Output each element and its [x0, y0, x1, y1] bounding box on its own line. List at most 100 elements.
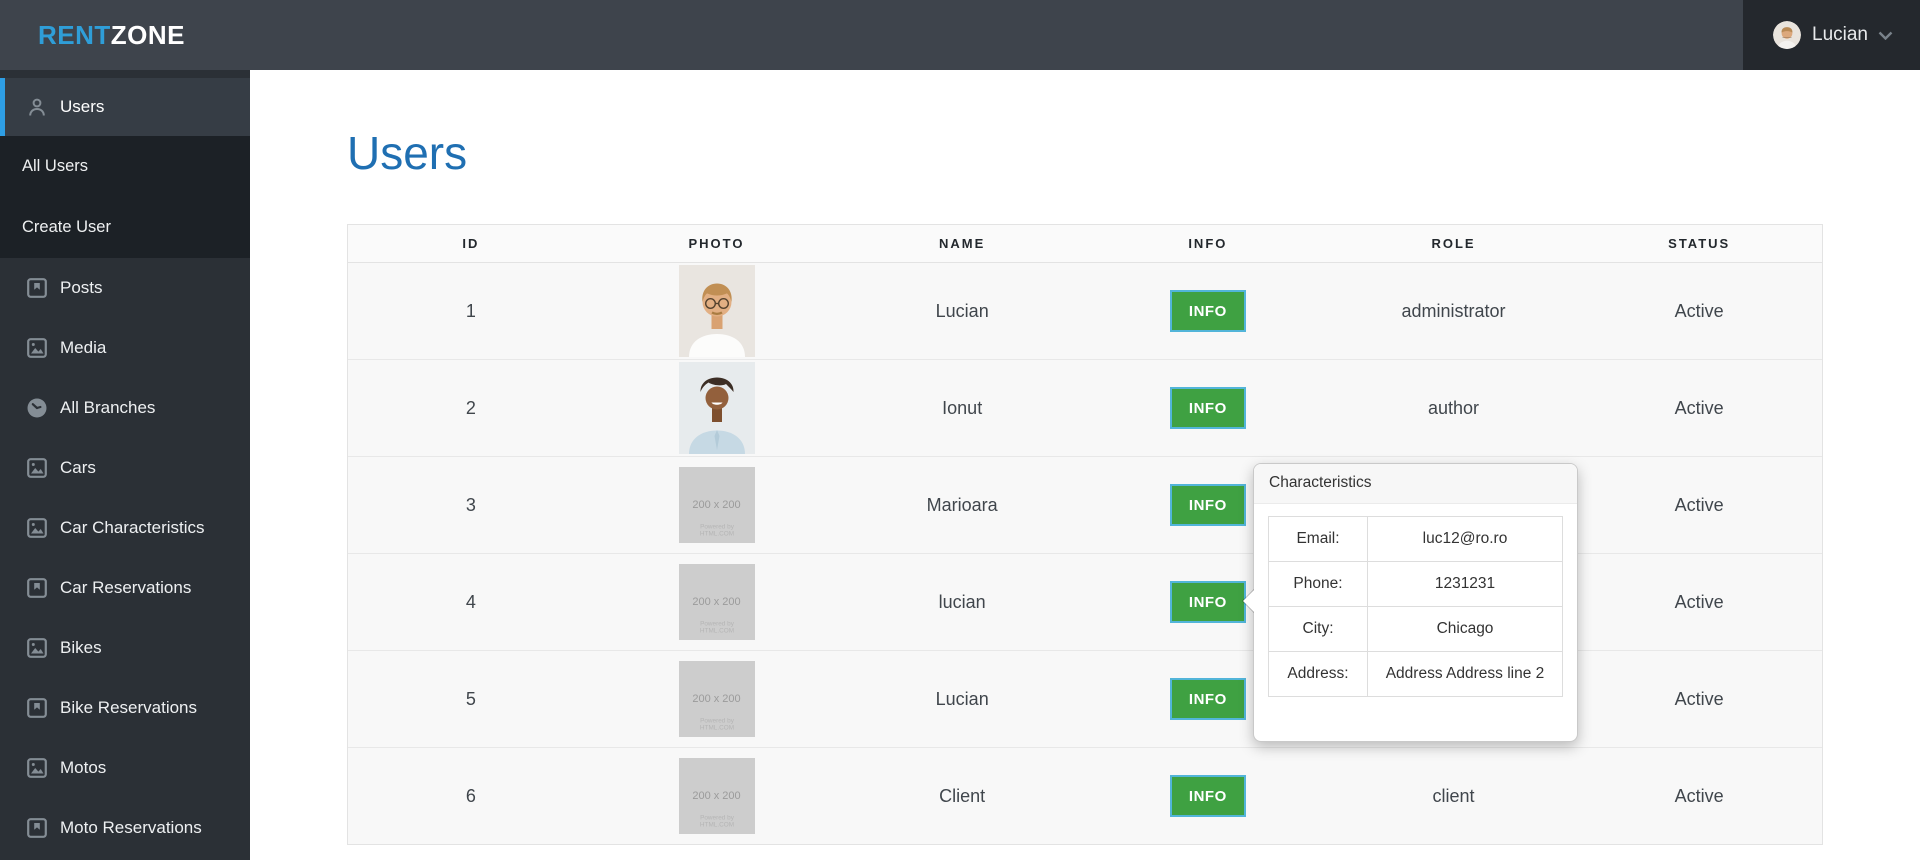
popover-arrow	[1232, 590, 1254, 612]
placeholder-powered-text: Powered by HTML.COM	[699, 813, 734, 829]
cell-role: author	[1428, 397, 1480, 418]
popover-title: Characteristics	[1254, 464, 1577, 504]
column-header-photo: PHOTO	[688, 236, 745, 251]
sidebar-item-users[interactable]: Users	[0, 78, 250, 136]
sidebar-item-label: Posts	[60, 278, 103, 297]
cell-role: administrator	[1401, 300, 1506, 321]
cell-id: 6	[465, 785, 476, 806]
column-header-info: INFO	[1188, 236, 1228, 251]
gauge-icon	[26, 397, 48, 419]
cell-name: Client	[939, 785, 986, 806]
characteristics-popover: Characteristics Email: luc12@ro.ro Phone…	[1242, 463, 1578, 742]
placeholder-size-text: 200 x 200	[692, 693, 741, 705]
sidebar-submenu: All Users Create User	[0, 136, 250, 258]
placeholder-powered-text: Powered by HTML.COM	[699, 716, 734, 732]
field-value-email: luc12@ro.ro	[1367, 516, 1563, 562]
info-button[interactable]: INFO	[1169, 387, 1246, 429]
cell-id: 4	[465, 591, 476, 612]
popover-body: Email: luc12@ro.ro Phone: 1231231 City: …	[1254, 504, 1577, 709]
sidebar-item-label: All Users	[22, 157, 89, 175]
info-button[interactable]: INFO	[1169, 484, 1246, 526]
sidebar-item-motos[interactable]: Motos	[0, 738, 250, 798]
field-value-address: Address Address line 2	[1367, 651, 1563, 697]
table-row: 2 Ionut INFO author Active	[348, 360, 1822, 457]
placeholder-size-text: 200 x 200	[692, 499, 741, 511]
sidebar-item-cars[interactable]: Cars	[0, 438, 250, 498]
topbar: RENT ZONE Lucian	[0, 0, 1920, 70]
sidebar-item-label: Moto Reservations	[60, 818, 202, 837]
placeholder-size-text: 200 x 200	[692, 596, 741, 608]
cell-photo: 200 x 200 Powered by HTML.COM	[594, 554, 840, 650]
table-row: 6 200 x 200 Powered by HTML.COM Client I…	[348, 748, 1822, 844]
column-header-status: STATUS	[1668, 236, 1731, 251]
characteristic-row: Address: Address Address line 2	[1268, 651, 1563, 697]
table-header: ID PHOTO NAME INFO ROLE STATUS	[348, 225, 1822, 263]
cell-status: Active	[1674, 494, 1724, 515]
sidebar-item-all-branches[interactable]: All Branches	[0, 378, 250, 438]
sidebar-item-label: Bike Reservations	[60, 698, 198, 717]
table-row: 1 Lucian INFO administrator Active	[348, 263, 1822, 360]
characteristic-row: Email: luc12@ro.ro	[1268, 516, 1563, 562]
image-icon	[26, 457, 48, 479]
sidebar-item-label: Motos	[60, 758, 107, 777]
field-label-email: Email:	[1268, 516, 1368, 562]
table-row: 5 200 x 200 Powered by HTML.COM Lucian I…	[348, 651, 1822, 748]
pin-icon	[26, 817, 48, 839]
page-title: Users	[347, 127, 468, 179]
main-content: Users ID PHOTO NAME INFO ROLE STATUS 1 L…	[250, 70, 1920, 860]
sidebar: Users All Users Create User Posts Media	[0, 70, 250, 860]
placeholder-powered-text: Powered by HTML.COM	[699, 619, 734, 635]
placeholder-image: 200 x 200 Powered by HTML.COM	[678, 758, 755, 834]
sidebar-item-media[interactable]: Media	[0, 318, 250, 378]
sidebar-item-car-reservations[interactable]: Car Reservations	[0, 558, 250, 618]
sidebar-item-label: Bikes	[60, 638, 102, 657]
sidebar-item-label: All Branches	[60, 398, 156, 417]
sidebar-item-label: Car Reservations	[60, 578, 192, 597]
sidebar-item-label: Media	[60, 338, 107, 357]
cell-info: INFO	[1085, 360, 1331, 456]
placeholder-image: 200 x 200 Powered by HTML.COM	[678, 564, 755, 640]
user-icon	[26, 96, 48, 118]
image-icon	[26, 637, 48, 659]
characteristic-row: Phone: 1231231	[1268, 561, 1563, 607]
sidebar-item-all-users[interactable]: All Users	[0, 136, 250, 197]
cell-photo: 200 x 200 Powered by HTML.COM	[594, 748, 840, 844]
sidebar-item-moto-reservations[interactable]: Moto Reservations	[0, 798, 250, 858]
sidebar-item-posts[interactable]: Posts	[0, 258, 250, 318]
placeholder-image: 200 x 200 Powered by HTML.COM	[678, 661, 755, 737]
info-button[interactable]: INFO	[1169, 290, 1246, 332]
cell-status: Active	[1674, 591, 1724, 612]
pin-icon	[26, 277, 48, 299]
users-table: ID PHOTO NAME INFO ROLE STATUS 1 Lucian …	[347, 224, 1823, 845]
cell-photo: 200 x 200 Powered by HTML.COM	[594, 651, 840, 747]
sidebar-item-create-user[interactable]: Create User	[0, 197, 250, 258]
user-menu[interactable]: Lucian	[1743, 0, 1920, 70]
column-header-id: ID	[462, 236, 480, 251]
sidebar-item-bike-reservations[interactable]: Bike Reservations	[0, 678, 250, 738]
table-row: 3 200 x 200 Powered by HTML.COM Marioara…	[348, 457, 1822, 554]
cell-name: lucian	[938, 591, 986, 612]
sidebar-item-label: Cars	[60, 458, 96, 477]
image-icon	[26, 517, 48, 539]
characteristics-table: Email: luc12@ro.ro Phone: 1231231 City: …	[1268, 516, 1563, 697]
pin-icon	[26, 697, 48, 719]
cell-name: Lucian	[935, 300, 989, 321]
cell-info: INFO	[1085, 748, 1331, 844]
cell-photo	[594, 360, 840, 456]
cell-name: Ionut	[942, 397, 983, 418]
cell-status: Active	[1674, 397, 1724, 418]
app-logo[interactable]: RENT ZONE	[38, 0, 185, 70]
field-value-phone: 1231231	[1367, 561, 1563, 607]
image-icon	[26, 757, 48, 779]
cell-photo	[594, 263, 840, 359]
cell-id: 5	[465, 688, 476, 709]
info-button[interactable]: INFO	[1169, 775, 1246, 817]
sidebar-item-bikes[interactable]: Bikes	[0, 618, 250, 678]
chevron-down-icon	[1878, 31, 1893, 40]
user-name: Lucian	[1812, 24, 1868, 45]
table-row: 4 200 x 200 Powered by HTML.COM lucian I…	[348, 554, 1822, 651]
sidebar-item-car-characteristics[interactable]: Car Characteristics	[0, 498, 250, 558]
cell-status: Active	[1674, 300, 1724, 321]
info-button[interactable]: INFO	[1169, 678, 1246, 720]
logo-primary: RENT	[38, 19, 111, 50]
